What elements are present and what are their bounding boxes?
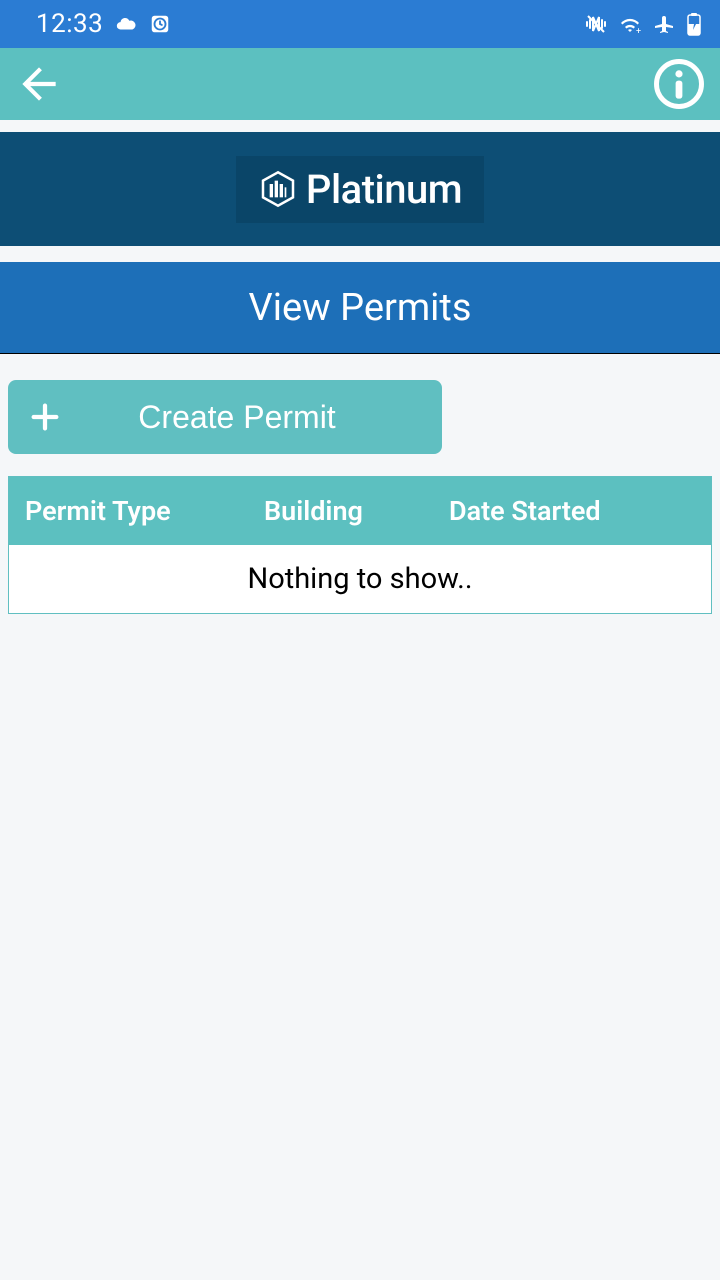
empty-message: Nothing to show..: [248, 562, 473, 596]
brand-banner: Platinum: [0, 132, 720, 246]
wifi-icon: +: [618, 12, 642, 36]
page-title: View Permits: [249, 286, 472, 330]
column-building: Building: [264, 495, 449, 527]
nav-bar: [0, 48, 720, 120]
cloud-icon: [115, 13, 137, 35]
status-time: 12:33: [36, 9, 103, 39]
svg-text:+: +: [636, 27, 641, 36]
brand-logo: Platinum: [236, 156, 484, 223]
title-bar: View Permits: [0, 262, 720, 354]
column-permit-type: Permit Type: [9, 495, 264, 527]
brand-name: Platinum: [306, 166, 462, 213]
back-button[interactable]: [14, 59, 64, 109]
create-permit-button[interactable]: Create Permit: [8, 380, 442, 454]
spacer: [0, 120, 720, 132]
airplane-icon: [652, 12, 676, 36]
vibrate-icon: [584, 12, 608, 36]
platinum-logo-icon: [258, 169, 298, 209]
content-area: Create Permit Permit Type Building Date …: [0, 354, 720, 614]
status-left: 12:33: [36, 9, 171, 39]
column-date-started: Date Started: [449, 495, 711, 527]
create-permit-label: Create Permit: [62, 399, 442, 436]
status-bar: 12:33 +: [0, 0, 720, 48]
table-empty-row: Nothing to show..: [9, 545, 711, 613]
info-button[interactable]: [652, 57, 706, 111]
plus-icon: [28, 400, 62, 434]
spacer: [0, 246, 720, 262]
clock-badge-icon: [149, 13, 171, 35]
table-header-row: Permit Type Building Date Started: [9, 477, 711, 545]
status-right: +: [584, 12, 702, 36]
battery-charging-icon: [686, 12, 702, 36]
permits-table: Permit Type Building Date Started Nothin…: [8, 476, 712, 614]
